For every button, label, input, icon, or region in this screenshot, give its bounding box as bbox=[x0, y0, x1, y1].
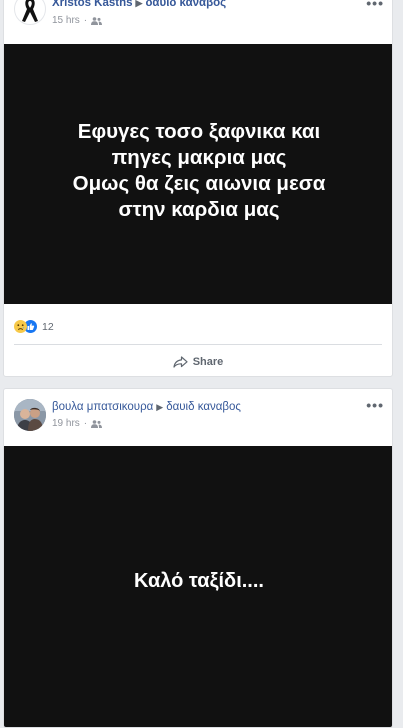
user-photo bbox=[14, 399, 46, 431]
recipient-link[interactable]: δαυιδ καναβος bbox=[166, 401, 241, 413]
post-header: Xristos Kasths ▶ δαυιδ καναβος 15 hrs · ••… bbox=[4, 0, 392, 43]
post-title: βουλα μπατσικουρα ▶ δαυιδ καναβος bbox=[52, 401, 241, 413]
timestamp[interactable]: 19 hrs bbox=[52, 418, 80, 429]
triangle-right-icon: ▶ bbox=[135, 0, 143, 8]
more-options-icon[interactable]: ••• bbox=[366, 397, 384, 413]
caption-line: Εφυγες τοσο ξαφνικα και bbox=[77, 120, 321, 143]
feed-post: βουλα μπατσικουρα ▶ δαυιδ καναβος 19 hrs ·… bbox=[3, 388, 393, 728]
caption-line: στην καρδια μας bbox=[118, 198, 280, 221]
feed-post: Xristos Kasths ▶ δαυιδ καναβος 15 hrs · ••… bbox=[3, 0, 393, 377]
triangle-right-icon: ▶ bbox=[156, 402, 164, 412]
divider bbox=[14, 344, 382, 345]
post-meta: 19 hrs · bbox=[52, 418, 103, 429]
image-caption: Εφυγες τοσο ξαφνικα και πηγες μακρια μας… bbox=[73, 119, 326, 223]
separator: · bbox=[83, 418, 88, 429]
post-image[interactable]: Καλό ταξίδι.... bbox=[4, 446, 392, 727]
share-button[interactable]: Share bbox=[4, 351, 392, 373]
post-title: Xristos Kasths ▶ δαυιδ καναβος bbox=[52, 0, 226, 9]
post-meta: 15 hrs · bbox=[52, 15, 103, 26]
caption-line: πηγες μακρια μας bbox=[111, 146, 287, 169]
avatar[interactable] bbox=[14, 399, 46, 431]
avatar[interactable] bbox=[14, 0, 46, 25]
black-ribbon-icon bbox=[22, 0, 38, 22]
post-header: βουλα μπατσικουρα ▶ δαυιδ καναβος 19 hrs ·… bbox=[4, 389, 392, 441]
friends-icon bbox=[91, 419, 103, 428]
timestamp[interactable]: 15 hrs bbox=[52, 15, 80, 26]
caption-line: Ομως θα ζεις αιωνια μεσα bbox=[72, 172, 326, 195]
separator: · bbox=[83, 15, 88, 26]
author-link[interactable]: βουλα μπατσικουρα bbox=[52, 401, 153, 413]
share-arrow-icon bbox=[173, 356, 188, 368]
share-label: Share bbox=[192, 356, 224, 368]
reaction-count: 12 bbox=[42, 320, 54, 333]
friends-icon bbox=[91, 16, 103, 25]
post-image[interactable]: Εφυγες τοσο ξαφνικα και πηγες μακρια μας… bbox=[4, 44, 392, 304]
caption-line: Καλό ταξίδι.... bbox=[134, 570, 264, 592]
more-options-icon[interactable]: ••• bbox=[366, 0, 384, 11]
reaction-summary[interactable]: 12 bbox=[14, 320, 54, 333]
image-caption: Καλό ταξίδι.... bbox=[134, 568, 264, 594]
sad-reaction-icon bbox=[14, 320, 27, 333]
author-link[interactable]: Xristos Kasths bbox=[52, 0, 133, 9]
recipient-link[interactable]: δαυιδ καναβος bbox=[145, 0, 226, 9]
